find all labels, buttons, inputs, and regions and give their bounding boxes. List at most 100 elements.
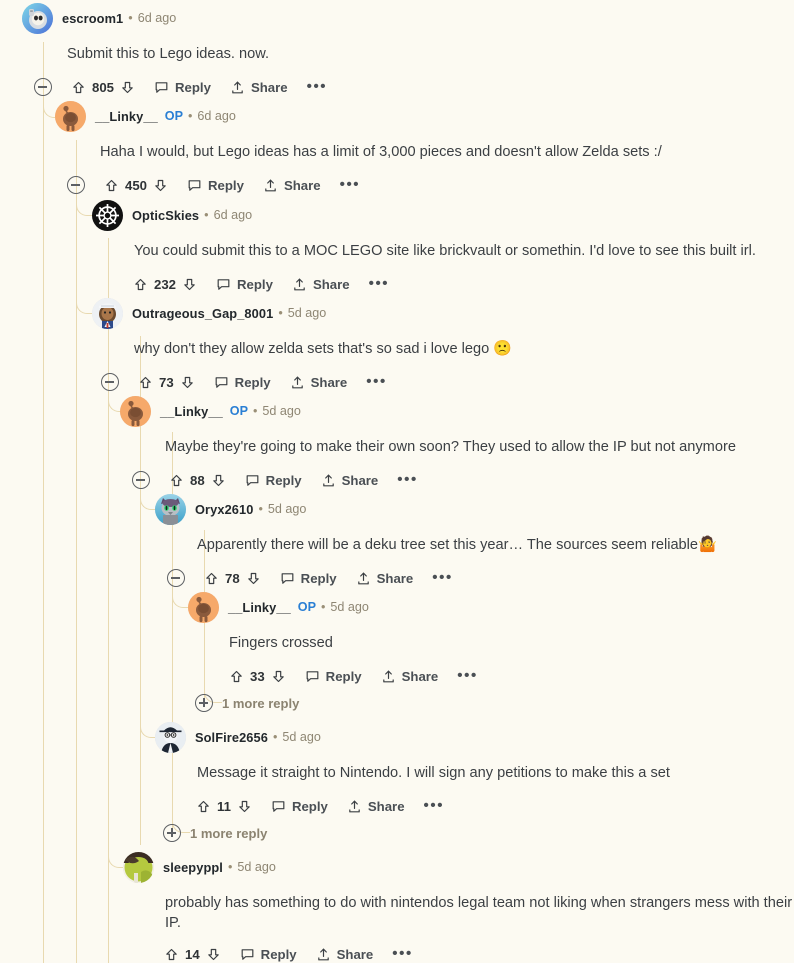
brown-snoo-orange-avatar[interactable] xyxy=(188,591,219,623)
upvote-icon[interactable] xyxy=(196,799,211,814)
comment-thread: escroom1 • 6d ago Submit this to Lego id… xyxy=(0,0,794,963)
downvote-icon[interactable] xyxy=(153,178,168,193)
sailor-hat-avatar[interactable] xyxy=(92,297,123,329)
vote-count: 73 xyxy=(159,374,174,390)
more-actions-icon[interactable]: ••• xyxy=(369,276,390,291)
reply-button[interactable]: Reply xyxy=(187,178,244,193)
share-button[interactable]: Share xyxy=(316,947,373,962)
expand-icon[interactable] xyxy=(195,694,213,712)
comment-author[interactable]: __Linky__ xyxy=(95,109,158,124)
black-hat-suit-avatar[interactable] xyxy=(155,721,186,753)
comment-timestamp: 5d ago xyxy=(287,306,327,320)
reply-button[interactable]: Reply xyxy=(214,375,271,390)
vote-count: 33 xyxy=(250,668,265,684)
downvote-icon[interactable] xyxy=(246,571,261,586)
collapse-button[interactable] xyxy=(67,176,85,194)
comment-author[interactable]: OpticSkies xyxy=(132,208,199,223)
share-button[interactable]: Share xyxy=(263,178,321,193)
comment-author[interactable]: __Linky__ xyxy=(228,600,291,615)
share-label: Share xyxy=(310,374,348,390)
reply-button[interactable]: Reply xyxy=(240,947,297,962)
share-button[interactable]: Share xyxy=(230,80,288,95)
more-actions-icon[interactable]: ••• xyxy=(340,177,361,192)
upvote-icon[interactable] xyxy=(229,669,244,684)
upvote-icon[interactable] xyxy=(164,947,179,962)
share-button[interactable]: Share xyxy=(290,374,348,390)
share-button[interactable]: Share xyxy=(356,571,413,586)
share-button[interactable]: Share xyxy=(381,669,438,684)
upvote-icon[interactable] xyxy=(204,571,219,586)
comment-header: sleepyppl • 5d ago xyxy=(123,851,794,883)
reply-button[interactable]: Reply xyxy=(271,799,328,814)
reply-label: Reply xyxy=(300,570,337,586)
upvote-icon[interactable] xyxy=(133,277,148,292)
more-actions-icon[interactable]: ••• xyxy=(366,374,387,389)
separator-dot: • xyxy=(204,208,209,222)
downvote-icon[interactable] xyxy=(120,80,135,95)
downvote-icon[interactable] xyxy=(180,375,195,390)
downvote-icon[interactable] xyxy=(182,277,197,292)
more-actions-icon[interactable]: ••• xyxy=(432,570,453,585)
downvote-icon[interactable] xyxy=(237,799,252,814)
upvote-icon[interactable] xyxy=(71,80,86,95)
more-replies-button[interactable]: 1 more reply xyxy=(195,694,299,712)
downvote-icon[interactable] xyxy=(271,669,286,684)
more-actions-icon[interactable]: ••• xyxy=(397,472,418,487)
reply-button[interactable]: Reply xyxy=(245,473,302,488)
expand-icon[interactable] xyxy=(163,824,181,842)
comment-body: Maybe they're going to make their own so… xyxy=(165,439,736,455)
green-eyed-cat-avatar[interactable] xyxy=(155,493,186,525)
comment-author[interactable]: SolFire2656 xyxy=(195,730,268,745)
upvote-icon[interactable] xyxy=(169,473,184,488)
comment-author[interactable]: Outrageous_Gap_8001 xyxy=(132,306,273,321)
person-shrugging-emoji: 🤷 xyxy=(698,536,717,553)
more-replies-button[interactable]: 1 more reply xyxy=(163,824,267,842)
collapse-button[interactable] xyxy=(132,471,150,489)
comment-actions: 11 Reply Share ••• xyxy=(196,793,670,819)
upvote-icon[interactable] xyxy=(138,375,153,390)
separator-dot: • xyxy=(278,306,283,320)
collapse-button[interactable] xyxy=(34,78,52,96)
vote-count: 805 xyxy=(92,79,115,95)
downvote-icon[interactable] xyxy=(211,473,226,488)
comment-author[interactable]: __Linky__ xyxy=(160,404,223,419)
more-actions-icon[interactable]: ••• xyxy=(392,946,413,961)
olive-green-avatar[interactable] xyxy=(123,851,154,883)
more-actions-icon[interactable]: ••• xyxy=(457,668,478,683)
share-button[interactable]: Share xyxy=(321,473,378,488)
separator-dot: • xyxy=(227,860,233,874)
comment-body: Apparently there will be a deku tree set… xyxy=(197,535,717,555)
comment-timestamp: 6d ago xyxy=(197,109,236,123)
brown-snoo-orange-avatar[interactable] xyxy=(120,395,151,427)
downvote-icon[interactable] xyxy=(206,947,221,962)
comment-timestamp: 6d ago xyxy=(137,11,177,25)
upvote-icon[interactable] xyxy=(104,178,119,193)
reply-label: Reply xyxy=(265,472,302,488)
comment-author[interactable]: escroom1 xyxy=(62,11,123,26)
more-actions-icon[interactable]: ••• xyxy=(307,79,328,94)
collapse-button[interactable] xyxy=(167,569,185,587)
comment-header: __Linky__ OP • 5d ago xyxy=(120,395,736,427)
comment-author[interactable]: Oryx2610 xyxy=(195,502,253,517)
comment-sleepyppl: sleepyppl • 5d ago probably has somethin… xyxy=(123,851,794,963)
share-button[interactable]: Share xyxy=(292,277,350,292)
brown-snoo-orange-avatar[interactable] xyxy=(55,100,86,132)
more-actions-icon[interactable]: ••• xyxy=(424,798,445,813)
comment-linky-2: __Linky__ OP • 5d ago Maybe they're goin… xyxy=(120,395,736,493)
thread-line-depth-1 xyxy=(76,140,77,963)
comment-escroom1: escroom1 • 6d ago Submit this to Lego id… xyxy=(22,2,327,100)
comment-actions: 805 Reply Share ••• xyxy=(34,74,327,100)
share-button[interactable]: Share xyxy=(347,799,405,814)
astronaut-snoo-avatar[interactable] xyxy=(22,2,53,34)
collapse-button[interactable] xyxy=(101,373,119,391)
comment-actions: 14 Reply Share ••• xyxy=(164,941,794,963)
comment-timestamp: 5d ago xyxy=(282,730,321,744)
reply-button[interactable]: Reply xyxy=(280,571,337,586)
reply-button[interactable]: Reply xyxy=(154,80,211,95)
reply-button[interactable]: Reply xyxy=(216,277,273,292)
vote-count: 78 xyxy=(225,570,240,586)
reply-button[interactable]: Reply xyxy=(305,669,362,684)
ship-wheel-avatar[interactable] xyxy=(92,199,123,231)
share-label: Share xyxy=(283,177,321,193)
comment-author[interactable]: sleepyppl xyxy=(163,860,223,875)
